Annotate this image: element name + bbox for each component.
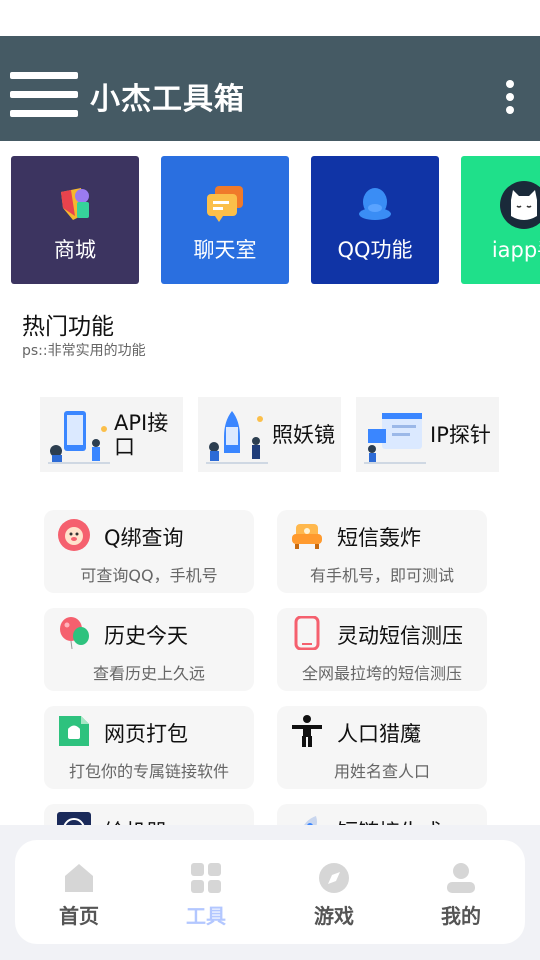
nav-tools[interactable]: 工具 <box>142 840 270 944</box>
ip-illustration-icon <box>364 413 426 464</box>
nav-label: 工具 <box>186 904 226 928</box>
penguin-icon <box>359 188 391 220</box>
tile-label: QQ功能 <box>337 238 413 262</box>
api-illustration-icon <box>48 411 110 464</box>
person-icon <box>292 715 322 747</box>
cat-avatar-icon <box>500 181 540 229</box>
section-subtitle: ps::非常实用的功能 <box>22 343 146 359</box>
app-bar: 小杰工具箱 <box>0 36 540 141</box>
card-q-bind-query[interactable]: Q绑查询 可查询QQ，手机号 <box>44 510 254 593</box>
card-title: Q绑查询 <box>104 526 184 550</box>
tile-label: 商城 <box>54 238 96 262</box>
promo-label: IP探针 <box>430 423 491 447</box>
card-title: 历史今天 <box>104 624 188 648</box>
card-title: 网页打包 <box>104 722 188 746</box>
more-options-icon[interactable] <box>500 80 520 116</box>
category-tiles: 商城 聊天室 QQ功能 iapp手 <box>0 156 540 284</box>
status-bar <box>0 0 540 36</box>
phone-icon <box>294 616 320 650</box>
nav-label: 游戏 <box>314 904 354 928</box>
tile-mall[interactable]: 商城 <box>11 156 139 284</box>
card-description: 有手机号，即可测试 <box>309 566 454 585</box>
card-description: 打包你的专属链接软件 <box>68 762 229 781</box>
app-title: 小杰工具箱 <box>90 82 245 117</box>
balloon-icon <box>60 617 89 650</box>
home-icon <box>65 864 93 892</box>
section-title: 热门功能 <box>22 314 114 340</box>
bottom-nav-area: 首页 工具 游戏 我的 <box>0 825 540 960</box>
card-description: 全网最拉垮的短信测压 <box>301 664 462 683</box>
card-title: 短信轰炸 <box>337 526 421 550</box>
lion-icon <box>58 519 90 551</box>
sofa-icon <box>292 524 322 549</box>
card-web-package[interactable]: 网页打包 打包你的专属链接软件 <box>44 706 254 789</box>
tile-chatroom[interactable]: 聊天室 <box>161 156 289 284</box>
card-title: 人口猎魔 <box>337 722 421 746</box>
tile-label: iapp手 <box>491 238 540 262</box>
user-icon <box>447 863 475 893</box>
card-description: 用姓名查人口 <box>333 762 430 781</box>
card-title: 灵动短信测压 <box>337 624 463 648</box>
card-population-hunt[interactable]: 人口猎魔 用姓名查人口 <box>277 706 487 789</box>
card-history-today[interactable]: 历史今天 查看历史上久远 <box>44 608 254 691</box>
nav-label: 首页 <box>59 904 99 928</box>
rocket-illustration-icon <box>206 411 268 464</box>
grid-icon <box>191 863 221 893</box>
promo-ip[interactable]: IP探针 <box>356 397 499 472</box>
tile-label: 聊天室 <box>193 238 257 262</box>
tile-qq[interactable]: QQ功能 <box>311 156 439 284</box>
nav-label: 我的 <box>441 904 481 928</box>
shopping-bag-icon <box>61 188 89 220</box>
card-sms-stress-test[interactable]: 灵动短信测压 全网最拉垮的短信测压 <box>277 608 487 691</box>
promo-label: 照妖镜 <box>272 423 335 447</box>
card-description: 可查询QQ，手机号 <box>80 566 218 585</box>
card-description: 查看历史上久远 <box>92 664 205 683</box>
promo-mirror[interactable]: 照妖镜 <box>198 397 341 472</box>
menu-icon[interactable] <box>10 72 80 120</box>
bottom-nav: 首页 工具 游戏 我的 <box>15 840 525 944</box>
promo-api[interactable]: API接口 <box>40 397 183 472</box>
nav-me[interactable]: 我的 <box>397 840 525 944</box>
nav-home[interactable]: 首页 <box>15 840 143 944</box>
android-icon <box>59 716 89 746</box>
compass-icon <box>319 863 349 893</box>
chat-bubble-icon <box>207 186 243 222</box>
tile-iapp[interactable]: iapp手 <box>461 156 540 284</box>
nav-games[interactable]: 游戏 <box>270 840 398 944</box>
card-sms-bomb[interactable]: 短信轰炸 有手机号，即可测试 <box>277 510 487 593</box>
promo-label: API接口 <box>114 411 169 459</box>
